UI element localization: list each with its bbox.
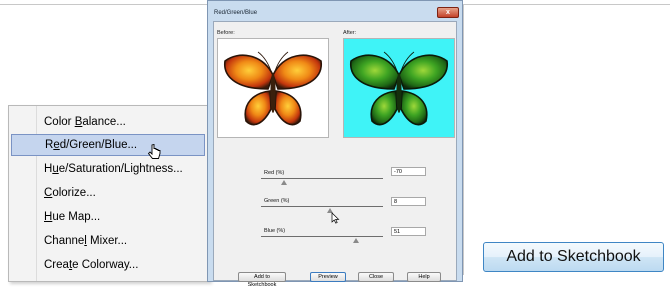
dialog-add-to-sketchbook-button[interactable]: Add to Sketchbook (238, 272, 286, 288)
close-icon: x (446, 9, 450, 16)
green-slider-track[interactable] (261, 206, 383, 207)
panel-divider-right (463, 4, 464, 275)
menu-label: e/Saturation/Lightness... (58, 163, 183, 175)
menu-label: ue Map... (52, 211, 101, 223)
blue-value-input[interactable]: 51 (391, 227, 426, 236)
pointer-cursor-icon (331, 212, 340, 224)
red-slider-thumb[interactable] (281, 180, 287, 185)
menu-item-red-green-blue[interactable]: Red/Green/Blue... (11, 134, 205, 156)
menu-item-hue-map[interactable]: Hue Map... (11, 206, 205, 228)
menu-label: Mixer... (86, 235, 128, 247)
menu-item-channel-mixer[interactable]: Channel Mixer... (11, 230, 205, 252)
hand-cursor-icon (147, 144, 161, 159)
menu-label: e Colorway... (72, 259, 139, 271)
help-button[interactable]: Help (407, 272, 441, 282)
green-slider-label: Green (%) (264, 198, 290, 204)
menu-item-colorize[interactable]: Colorize... (11, 182, 205, 204)
add-to-sketchbook-button[interactable]: Add to Sketchbook (483, 242, 664, 272)
blue-slider-track[interactable] (261, 236, 383, 237)
menu-item-hue-saturation-lightness[interactable]: Hue/Saturation/Lightness... (11, 158, 205, 180)
dialog-body: Before: After: Red (%) -70 Green (%) 8 B… (213, 21, 457, 288)
red-slider-track[interactable] (261, 178, 383, 179)
green-value-input[interactable]: 8 (391, 197, 426, 206)
menu-label: Channe (44, 235, 85, 247)
blue-slider-thumb[interactable] (353, 238, 359, 243)
menu-label: olorize... (52, 187, 96, 199)
red-slider-label: Red (%) (264, 170, 285, 176)
butterfly-adjusted-image (350, 51, 448, 126)
menu-item-create-colorway[interactable]: Create Colorway... (11, 254, 205, 276)
menu-label: d/Green/Blue... (59, 139, 138, 151)
close-button[interactable]: Close (358, 272, 394, 282)
rgb-dialog: Red/Green/Blue x Before: After: Red (%) … (207, 0, 463, 288)
menu-item-color-balance[interactable]: Color Balance... (11, 111, 205, 133)
preview-button[interactable]: Preview (310, 272, 346, 282)
after-preview (343, 38, 455, 138)
before-preview (217, 38, 329, 138)
menu-label: alance... (82, 116, 126, 128)
red-value-input[interactable]: -70 (391, 167, 426, 176)
menu-label: Color (44, 116, 75, 128)
after-label: After: (343, 30, 357, 36)
butterfly-original-image (224, 51, 322, 126)
before-label: Before: (217, 30, 235, 36)
dialog-title: Red/Green/Blue (214, 10, 258, 16)
menu-label: Crea (44, 259, 69, 271)
adjust-menu: Color Balance... Red/Green/Blue... Hue/S… (8, 105, 210, 282)
blue-slider-label: Blue (%) (264, 228, 286, 234)
dialog-close-button[interactable]: x (437, 7, 459, 18)
